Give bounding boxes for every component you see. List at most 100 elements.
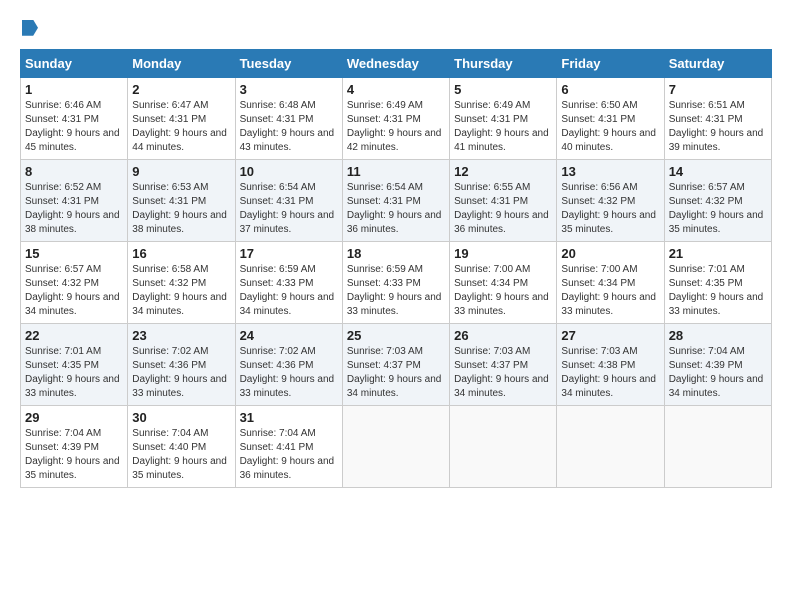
day-info: Sunrise: 6:47 AM Sunset: 4:31 PM Dayligh… [132,99,230,155]
day-info: Sunrise: 6:53 AM Sunset: 4:31 PM Dayligh… [132,181,230,237]
day-number: 21 [669,246,767,261]
day-info: Sunrise: 6:59 AM Sunset: 4:33 PM Dayligh… [240,263,338,319]
calendar-cell: 12 Sunrise: 6:55 AM Sunset: 4:31 PM Dayli… [450,160,557,242]
calendar-cell: 8 Sunrise: 6:52 AM Sunset: 4:31 PM Daylig… [21,160,128,242]
day-number: 28 [669,328,767,343]
day-info: Sunrise: 6:55 AM Sunset: 4:31 PM Dayligh… [454,181,552,237]
day-number: 2 [132,82,230,97]
day-number: 12 [454,164,552,179]
week-row: 1Sunrise: 6:46 AM Sunset: 4:31 PM Daylig… [21,78,772,160]
day-number: 6 [561,82,659,97]
calendar-cell: 7Sunrise: 6:51 AM Sunset: 4:31 PM Daylig… [664,78,771,160]
calendar-cell: 18 Sunrise: 6:59 AM Sunset: 4:33 PM Dayli… [342,242,449,324]
day-info: Sunrise: 7:03 AM Sunset: 4:37 PM Dayligh… [454,345,552,401]
calendar-cell: 27 Sunrise: 7:03 AM Sunset: 4:38 PM Dayli… [557,324,664,406]
calendar-cell: 1Sunrise: 6:46 AM Sunset: 4:31 PM Daylig… [21,78,128,160]
header-cell-wednesday: Wednesday [342,50,449,78]
day-info: Sunrise: 6:59 AM Sunset: 4:33 PM Dayligh… [347,263,445,319]
day-info: Sunrise: 6:50 AM Sunset: 4:31 PM Dayligh… [561,99,659,155]
header-cell-sunday: Sunday [21,50,128,78]
calendar-cell: 25Sunrise: 7:03 AM Sunset: 4:37 PM Dayli… [342,324,449,406]
calendar-cell: 23 Sunrise: 7:02 AM Sunset: 4:36 PM Dayli… [128,324,235,406]
week-row: 15 Sunrise: 6:57 AM Sunset: 4:32 PM Dayli… [21,242,772,324]
day-info: Sunrise: 7:02 AM Sunset: 4:36 PM Dayligh… [132,345,230,401]
week-row: 29 Sunrise: 7:04 AM Sunset: 4:39 PM Dayli… [21,406,772,488]
day-number: 18 [347,246,445,261]
calendar-table: SundayMondayTuesdayWednesdayThursdayFrid… [20,49,772,488]
calendar-cell: 6 Sunrise: 6:50 AM Sunset: 4:31 PM Daylig… [557,78,664,160]
day-info: Sunrise: 6:49 AM Sunset: 4:31 PM Dayligh… [347,99,445,155]
calendar-cell [342,406,449,488]
day-number: 24 [240,328,338,343]
day-info: Sunrise: 6:46 AM Sunset: 4:31 PM Dayligh… [25,99,123,155]
day-info: Sunrise: 7:04 AM Sunset: 4:41 PM Dayligh… [240,427,338,483]
day-info: Sunrise: 7:01 AM Sunset: 4:35 PM Dayligh… [669,263,767,319]
day-number: 27 [561,328,659,343]
day-info: Sunrise: 7:04 AM Sunset: 4:40 PM Dayligh… [132,427,230,483]
day-number: 10 [240,164,338,179]
calendar-cell: 17 Sunrise: 6:59 AM Sunset: 4:33 PM Dayli… [235,242,342,324]
header-row: SundayMondayTuesdayWednesdayThursdayFrid… [21,50,772,78]
calendar-cell: 2 Sunrise: 6:47 AM Sunset: 4:31 PM Daylig… [128,78,235,160]
day-info: Sunrise: 7:02 AM Sunset: 4:36 PM Dayligh… [240,345,338,401]
day-info: Sunrise: 6:54 AM Sunset: 4:31 PM Dayligh… [347,181,445,237]
week-row: 8 Sunrise: 6:52 AM Sunset: 4:31 PM Daylig… [21,160,772,242]
calendar-cell: 11 Sunrise: 6:54 AM Sunset: 4:31 PM Dayli… [342,160,449,242]
calendar-cell: 4 Sunrise: 6:49 AM Sunset: 4:31 PM Daylig… [342,78,449,160]
header [20,16,772,37]
calendar-cell [664,406,771,488]
day-info: Sunrise: 7:00 AM Sunset: 4:34 PM Dayligh… [454,263,552,319]
day-number: 20 [561,246,659,261]
day-number: 15 [25,246,123,261]
day-number: 31 [240,410,338,425]
day-info: Sunrise: 6:49 AM Sunset: 4:31 PM Dayligh… [454,99,552,155]
calendar-cell: 26 Sunrise: 7:03 AM Sunset: 4:37 PM Dayli… [450,324,557,406]
calendar-cell: 5 Sunrise: 6:49 AM Sunset: 4:31 PM Daylig… [450,78,557,160]
header-cell-tuesday: Tuesday [235,50,342,78]
day-number: 11 [347,164,445,179]
calendar-cell: 15 Sunrise: 6:57 AM Sunset: 4:32 PM Dayli… [21,242,128,324]
day-info: Sunrise: 7:03 AM Sunset: 4:38 PM Dayligh… [561,345,659,401]
day-number: 23 [132,328,230,343]
day-info: Sunrise: 7:04 AM Sunset: 4:39 PM Dayligh… [669,345,767,401]
header-cell-thursday: Thursday [450,50,557,78]
calendar-cell: 16 Sunrise: 6:58 AM Sunset: 4:32 PM Dayli… [128,242,235,324]
day-info: Sunrise: 6:54 AM Sunset: 4:31 PM Dayligh… [240,181,338,237]
calendar-cell: 21 Sunrise: 7:01 AM Sunset: 4:35 PM Dayli… [664,242,771,324]
calendar-cell: 9 Sunrise: 6:53 AM Sunset: 4:31 PM Daylig… [128,160,235,242]
calendar-cell: 20 Sunrise: 7:00 AM Sunset: 4:34 PM Dayli… [557,242,664,324]
logo-icon [22,20,38,36]
header-cell-saturday: Saturday [664,50,771,78]
day-number: 26 [454,328,552,343]
day-number: 4 [347,82,445,97]
calendar-cell: 10 Sunrise: 6:54 AM Sunset: 4:31 PM Dayli… [235,160,342,242]
calendar-cell: 14 Sunrise: 6:57 AM Sunset: 4:32 PM Dayli… [664,160,771,242]
day-number: 8 [25,164,123,179]
day-info: Sunrise: 7:01 AM Sunset: 4:35 PM Dayligh… [25,345,123,401]
day-info: Sunrise: 6:52 AM Sunset: 4:31 PM Dayligh… [25,181,123,237]
calendar-cell: 29 Sunrise: 7:04 AM Sunset: 4:39 PM Dayli… [21,406,128,488]
day-info: Sunrise: 6:56 AM Sunset: 4:32 PM Dayligh… [561,181,659,237]
day-info: Sunrise: 7:04 AM Sunset: 4:39 PM Dayligh… [25,427,123,483]
calendar-cell [557,406,664,488]
day-number: 22 [25,328,123,343]
day-number: 14 [669,164,767,179]
day-number: 29 [25,410,123,425]
header-cell-monday: Monday [128,50,235,78]
header-cell-friday: Friday [557,50,664,78]
day-info: Sunrise: 7:00 AM Sunset: 4:34 PM Dayligh… [561,263,659,319]
day-info: Sunrise: 6:57 AM Sunset: 4:32 PM Dayligh… [669,181,767,237]
calendar-cell: 22 Sunrise: 7:01 AM Sunset: 4:35 PM Dayli… [21,324,128,406]
day-number: 17 [240,246,338,261]
day-number: 9 [132,164,230,179]
calendar-cell: 24 Sunrise: 7:02 AM Sunset: 4:36 PM Dayli… [235,324,342,406]
day-number: 5 [454,82,552,97]
day-number: 13 [561,164,659,179]
logo [20,16,38,37]
day-info: Sunrise: 6:58 AM Sunset: 4:32 PM Dayligh… [132,263,230,319]
calendar-cell: 13 Sunrise: 6:56 AM Sunset: 4:32 PM Dayli… [557,160,664,242]
calendar-cell: 28 Sunrise: 7:04 AM Sunset: 4:39 PM Dayli… [664,324,771,406]
day-number: 16 [132,246,230,261]
day-number: 30 [132,410,230,425]
day-info: Sunrise: 6:57 AM Sunset: 4:32 PM Dayligh… [25,263,123,319]
